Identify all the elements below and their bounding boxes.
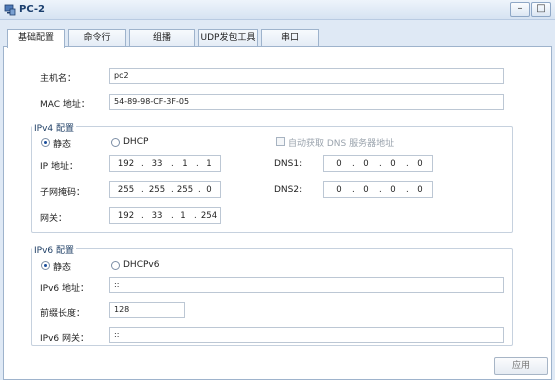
auto-dns-label: 自动获取 DNS 服务器地址	[288, 139, 395, 149]
auto-dns-checkbox[interactable]	[276, 137, 285, 146]
mask-octet: 255	[117, 185, 135, 195]
dns1-octet: 0	[336, 159, 342, 169]
ipv6-dhcp-label: DHCPv6	[123, 260, 160, 270]
title-bar: PC-2 – □	[0, 0, 555, 20]
mask-octet: 255	[148, 185, 166, 195]
dns1-octet: 0	[363, 159, 369, 169]
pc-icon	[4, 4, 16, 16]
mac-label: MAC 地址：	[40, 100, 90, 110]
maximize-button[interactable]: □	[531, 2, 551, 17]
apply-button[interactable]: 应用	[494, 357, 548, 375]
ipv4-static-label: 静态	[53, 140, 72, 150]
mask-octet: 0	[206, 185, 212, 195]
mac-input[interactable]: 54-89-98-CF-3F-05	[109, 94, 504, 110]
dns1-input[interactable]: 0. 0. 0. 0	[323, 155, 433, 172]
ipv4-group	[31, 126, 513, 233]
ip-address-input[interactable]: 192. 33. 1. 1	[109, 155, 221, 172]
ipv4-dhcp-radio[interactable]	[111, 138, 120, 147]
gateway-octet: 33	[151, 211, 163, 221]
ip-octet: 192	[117, 159, 135, 169]
ipv4-dhcp-label: DHCP	[123, 137, 149, 147]
hostname-label: 主机名：	[40, 74, 77, 84]
ipv6-gateway-input[interactable]: ::	[109, 327, 504, 343]
dns2-octet: 0	[336, 185, 342, 195]
hostname-input[interactable]: pc2	[109, 68, 504, 84]
dns2-octet: 0	[417, 185, 423, 195]
ipv6-legend: IPv6 配置	[32, 243, 76, 256]
tab-multicast[interactable]: 组播	[129, 29, 195, 47]
ipv4-static-radio[interactable]	[41, 138, 50, 147]
tab-udp-tool[interactable]: UDP发包工具	[198, 29, 258, 47]
tab-command-line[interactable]: 命令行	[68, 29, 126, 47]
window-title: PC-2	[19, 4, 46, 15]
tab-serial[interactable]: 串口	[261, 29, 319, 47]
gateway-octet: 192	[117, 211, 135, 221]
dns2-input[interactable]: 0. 0. 0. 0	[323, 181, 433, 198]
ip-octet: 33	[151, 159, 163, 169]
ip-octet: 1	[182, 159, 188, 169]
ip-octet: 1	[206, 159, 212, 169]
gateway-input[interactable]: 192. 33. 1. 254	[109, 207, 221, 224]
ipv6-static-label: 静态	[53, 263, 72, 273]
ipv6-address-input[interactable]: ::	[109, 277, 504, 293]
dns2-octet: 0	[363, 185, 369, 195]
ipv6-dhcp-radio[interactable]	[111, 261, 120, 270]
gateway-label: 网关：	[40, 214, 68, 224]
dns1-octet: 0	[390, 159, 396, 169]
dns2-octet: 0	[390, 185, 396, 195]
mask-octet: 255	[176, 185, 194, 195]
gateway-octet: 1	[180, 211, 186, 221]
dns1-label: DNS1:	[274, 159, 303, 169]
ipv6-static-radio[interactable]	[41, 261, 50, 270]
prefix-length-input[interactable]: 128	[109, 302, 185, 318]
ipv6-gateway-label: IPv6 网关：	[40, 334, 89, 344]
ip-address-label: IP 地址：	[40, 162, 78, 172]
dns1-octet: 0	[417, 159, 423, 169]
minimize-button[interactable]: –	[510, 2, 530, 17]
dns2-label: DNS2:	[274, 185, 303, 195]
ipv4-legend: IPv4 配置	[32, 121, 76, 134]
subnet-mask-label: 子网掩码：	[40, 188, 86, 198]
subnet-mask-input[interactable]: 255. 255. 255. 0	[109, 181, 221, 198]
tab-basic-config[interactable]: 基础配置	[7, 29, 65, 48]
ipv6-address-label: IPv6 地址：	[40, 284, 89, 294]
prefix-length-label: 前缀长度：	[40, 309, 86, 319]
gateway-octet: 254	[200, 211, 218, 221]
